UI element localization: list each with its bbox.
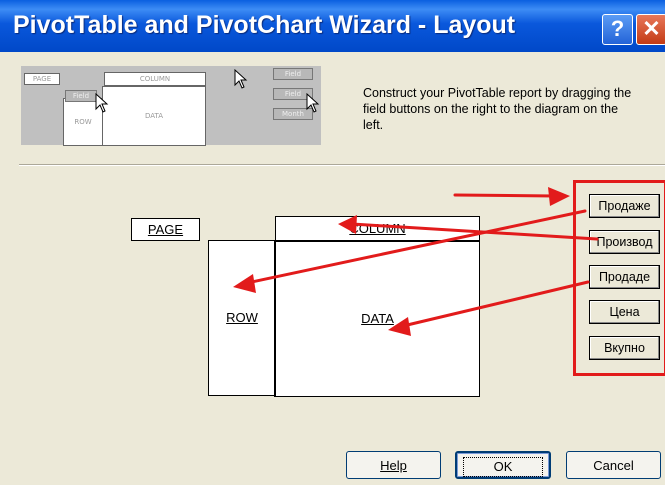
data-drop-area[interactable]: DATA [274, 240, 480, 397]
help-button-label: Help [380, 458, 407, 473]
row-drop-area[interactable]: ROW [208, 240, 276, 396]
close-title-button[interactable]: ✕ [636, 14, 665, 45]
preview-cursor-icon-2 [95, 93, 109, 113]
separator [19, 164, 665, 166]
page-area-label: PAGE [147, 222, 184, 237]
ok-button[interactable]: OK [455, 451, 551, 479]
column-drop-area[interactable]: COLUMN [275, 216, 480, 242]
annotation-highlight-box [573, 180, 665, 376]
row-area-label: ROW [226, 310, 258, 325]
preview-cursor-icon [234, 69, 248, 89]
cancel-button[interactable]: Cancel [566, 451, 661, 479]
preview-column-box: COLUMN [104, 72, 206, 86]
preview-data-box: DATA [102, 86, 206, 146]
page-drop-area[interactable]: PAGE [131, 218, 200, 241]
instructions-text: Construct your PivotTable report by drag… [363, 86, 632, 132]
data-area-label: DATA [361, 311, 394, 326]
ok-button-label: OK [462, 457, 544, 477]
cancel-button-label: Cancel [593, 458, 634, 473]
window-title: PivotTable and PivotChart Wizard - Layou… [13, 11, 516, 39]
preview-field-button-1: Field [273, 68, 313, 80]
column-area-label: COLUMN [349, 221, 406, 236]
title-bar: PivotTable and PivotChart Wizard - Layou… [0, 0, 665, 52]
layout-preview-image: PAGE COLUMN ROW DATA Field Field Field M… [21, 66, 321, 146]
preview-page-box: PAGE [24, 73, 60, 85]
preview-cursor-icon-3 [306, 93, 320, 113]
help-button[interactable]: Help [346, 451, 441, 479]
preview-field-tag: Field [65, 90, 97, 102]
help-title-button[interactable]: ? [602, 14, 633, 45]
